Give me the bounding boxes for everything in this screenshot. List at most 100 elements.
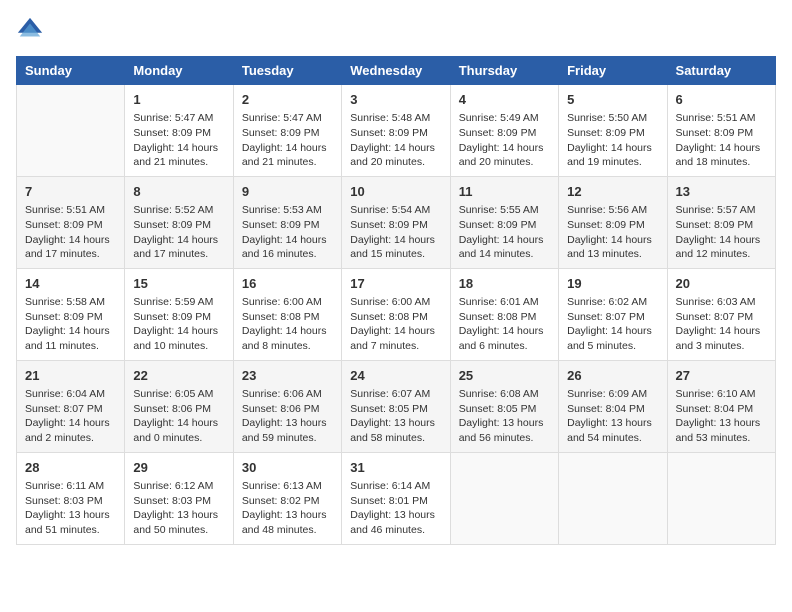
calendar-cell: 10Sunrise: 5:54 AM Sunset: 8:09 PM Dayli… [342, 176, 450, 268]
day-info: Sunrise: 6:09 AM Sunset: 8:04 PM Dayligh… [567, 387, 658, 446]
calendar-cell: 16Sunrise: 6:00 AM Sunset: 8:08 PM Dayli… [233, 268, 341, 360]
day-info: Sunrise: 5:48 AM Sunset: 8:09 PM Dayligh… [350, 111, 441, 170]
day-number: 19 [567, 275, 658, 293]
day-number: 6 [676, 91, 767, 109]
day-info: Sunrise: 6:12 AM Sunset: 8:03 PM Dayligh… [133, 479, 224, 538]
calendar-cell: 14 Sunrise: 5:58 AM Sunset: 8:09 PM Dayli… [17, 268, 125, 360]
calendar-cell: 11 Sunrise: 5:55 AM Sunset: 8:09 PM Dayli… [450, 176, 558, 268]
day-info: Sunrise: 6:01 AM Sunset: 8:08 PM Dayligh… [459, 295, 550, 354]
calendar-cell: 28 Sunrise: 6:11 AM Sunset: 8:03 PM Dayli… [17, 452, 125, 544]
day-info: Sunrise: 6:05 AM Sunset: 8:06 PM Dayligh… [133, 387, 224, 446]
calendar-cell: 24 Sunrise: 6:07 AM Sunset: 8:05 PM Dayli… [342, 360, 450, 452]
day-info: Sunrise: 5:55 AM Sunset: 8:09 PM Dayligh… [459, 203, 550, 262]
day-info: Sunrise: 6:13 AM Sunset: 8:02 PM Dayligh… [242, 479, 333, 538]
day-number: 15 [133, 275, 224, 293]
calendar-cell: 23 Sunrise: 6:06 AM Sunset: 8:06 PM Dayli… [233, 360, 341, 452]
day-number: 9 [242, 183, 333, 201]
day-number: 7 [25, 183, 116, 201]
calendar-cell: 6 Sunrise: 5:51 AM Sunset: 8:09 PM Daylig… [667, 85, 775, 177]
calendar-cell: 1 Sunrise: 5:47 AM Sunset: 8:09 PM Daylig… [125, 85, 233, 177]
weekday-header-sunday: Sunday [17, 57, 125, 85]
calendar-week-row: 7 Sunrise: 5:51 AM Sunset: 8:09 PM Daylig… [17, 176, 776, 268]
day-number: 5 [567, 91, 658, 109]
calendar-week-row: 21Sunrise: 6:04 AM Sunset: 8:07 PM Dayli… [17, 360, 776, 452]
calendar-week-row: 1 Sunrise: 5:47 AM Sunset: 8:09 PM Daylig… [17, 85, 776, 177]
day-info: Sunrise: 5:51 AM Sunset: 8:09 PM Dayligh… [25, 203, 116, 262]
calendar-cell: 15Sunrise: 5:59 AM Sunset: 8:09 PM Dayli… [125, 268, 233, 360]
day-info: Sunrise: 5:47 AM Sunset: 8:09 PM Dayligh… [242, 111, 333, 170]
day-number: 10 [350, 183, 441, 201]
day-number: 27 [676, 367, 767, 385]
day-info: Sunrise: 6:10 AM Sunset: 8:04 PM Dayligh… [676, 387, 767, 446]
calendar-cell: 2Sunrise: 5:47 AM Sunset: 8:09 PM Daylig… [233, 85, 341, 177]
day-number: 29 [133, 459, 224, 477]
calendar-cell: 12Sunrise: 5:56 AM Sunset: 8:09 PM Dayli… [559, 176, 667, 268]
calendar-cell: 5 Sunrise: 5:50 AM Sunset: 8:09 PM Daylig… [559, 85, 667, 177]
calendar-cell: 13Sunrise: 5:57 AM Sunset: 8:09 PM Dayli… [667, 176, 775, 268]
calendar-cell [667, 452, 775, 544]
day-info: Sunrise: 5:53 AM Sunset: 8:09 PM Dayligh… [242, 203, 333, 262]
day-number: 24 [350, 367, 441, 385]
day-number: 18 [459, 275, 550, 293]
calendar-cell: 18 Sunrise: 6:01 AM Sunset: 8:08 PM Dayli… [450, 268, 558, 360]
day-number: 3 [350, 91, 441, 109]
calendar-body: 1 Sunrise: 5:47 AM Sunset: 8:09 PM Daylig… [17, 85, 776, 545]
day-number: 28 [25, 459, 116, 477]
day-number: 23 [242, 367, 333, 385]
logo-icon [16, 16, 44, 44]
calendar-cell: 9 Sunrise: 5:53 AM Sunset: 8:09 PM Daylig… [233, 176, 341, 268]
day-number: 17 [350, 275, 441, 293]
day-number: 25 [459, 367, 550, 385]
weekday-header-wednesday: Wednesday [342, 57, 450, 85]
day-info: Sunrise: 5:58 AM Sunset: 8:09 PM Dayligh… [25, 295, 116, 354]
calendar-cell [450, 452, 558, 544]
day-number: 13 [676, 183, 767, 201]
calendar-cell: 27 Sunrise: 6:10 AM Sunset: 8:04 PM Dayli… [667, 360, 775, 452]
day-info: Sunrise: 6:02 AM Sunset: 8:07 PM Dayligh… [567, 295, 658, 354]
day-info: Sunrise: 6:03 AM Sunset: 8:07 PM Dayligh… [676, 295, 767, 354]
calendar-week-row: 28 Sunrise: 6:11 AM Sunset: 8:03 PM Dayli… [17, 452, 776, 544]
day-info: Sunrise: 5:50 AM Sunset: 8:09 PM Dayligh… [567, 111, 658, 170]
day-number: 20 [676, 275, 767, 293]
weekday-header-saturday: Saturday [667, 57, 775, 85]
day-number: 21 [25, 367, 116, 385]
calendar-cell: 17 Sunrise: 6:00 AM Sunset: 8:08 PM Dayli… [342, 268, 450, 360]
day-number: 14 [25, 275, 116, 293]
calendar-header: SundayMondayTuesdayWednesdayThursdayFrid… [17, 57, 776, 85]
day-info: Sunrise: 6:08 AM Sunset: 8:05 PM Dayligh… [459, 387, 550, 446]
calendar-cell: 7 Sunrise: 5:51 AM Sunset: 8:09 PM Daylig… [17, 176, 125, 268]
day-info: Sunrise: 5:51 AM Sunset: 8:09 PM Dayligh… [676, 111, 767, 170]
day-info: Sunrise: 5:56 AM Sunset: 8:09 PM Dayligh… [567, 203, 658, 262]
page-header [16, 16, 776, 44]
weekday-header-row: SundayMondayTuesdayWednesdayThursdayFrid… [17, 57, 776, 85]
calendar-cell: 30Sunrise: 6:13 AM Sunset: 8:02 PM Dayli… [233, 452, 341, 544]
day-number: 31 [350, 459, 441, 477]
calendar-cell: 21Sunrise: 6:04 AM Sunset: 8:07 PM Dayli… [17, 360, 125, 452]
day-info: Sunrise: 5:47 AM Sunset: 8:09 PM Dayligh… [133, 111, 224, 170]
weekday-header-tuesday: Tuesday [233, 57, 341, 85]
calendar-cell: 20 Sunrise: 6:03 AM Sunset: 8:07 PM Dayli… [667, 268, 775, 360]
calendar-cell: 8Sunrise: 5:52 AM Sunset: 8:09 PM Daylig… [125, 176, 233, 268]
calendar-cell: 25 Sunrise: 6:08 AM Sunset: 8:05 PM Dayli… [450, 360, 558, 452]
logo [16, 16, 48, 44]
calendar-cell [17, 85, 125, 177]
day-info: Sunrise: 6:14 AM Sunset: 8:01 PM Dayligh… [350, 479, 441, 538]
day-info: Sunrise: 6:00 AM Sunset: 8:08 PM Dayligh… [350, 295, 441, 354]
calendar-table: SundayMondayTuesdayWednesdayThursdayFrid… [16, 56, 776, 545]
day-number: 11 [459, 183, 550, 201]
weekday-header-thursday: Thursday [450, 57, 558, 85]
calendar-cell: 31 Sunrise: 6:14 AM Sunset: 8:01 PM Dayli… [342, 452, 450, 544]
day-info: Sunrise: 6:07 AM Sunset: 8:05 PM Dayligh… [350, 387, 441, 446]
calendar-cell: 19 Sunrise: 6:02 AM Sunset: 8:07 PM Dayli… [559, 268, 667, 360]
day-number: 26 [567, 367, 658, 385]
weekday-header-monday: Monday [125, 57, 233, 85]
day-info: Sunrise: 6:11 AM Sunset: 8:03 PM Dayligh… [25, 479, 116, 538]
day-info: Sunrise: 6:00 AM Sunset: 8:08 PM Dayligh… [242, 295, 333, 354]
day-info: Sunrise: 5:49 AM Sunset: 8:09 PM Dayligh… [459, 111, 550, 170]
day-number: 22 [133, 367, 224, 385]
day-number: 1 [133, 91, 224, 109]
weekday-header-friday: Friday [559, 57, 667, 85]
calendar-cell: 29 Sunrise: 6:12 AM Sunset: 8:03 PM Dayli… [125, 452, 233, 544]
calendar-cell: 4Sunrise: 5:49 AM Sunset: 8:09 PM Daylig… [450, 85, 558, 177]
day-info: Sunrise: 6:06 AM Sunset: 8:06 PM Dayligh… [242, 387, 333, 446]
